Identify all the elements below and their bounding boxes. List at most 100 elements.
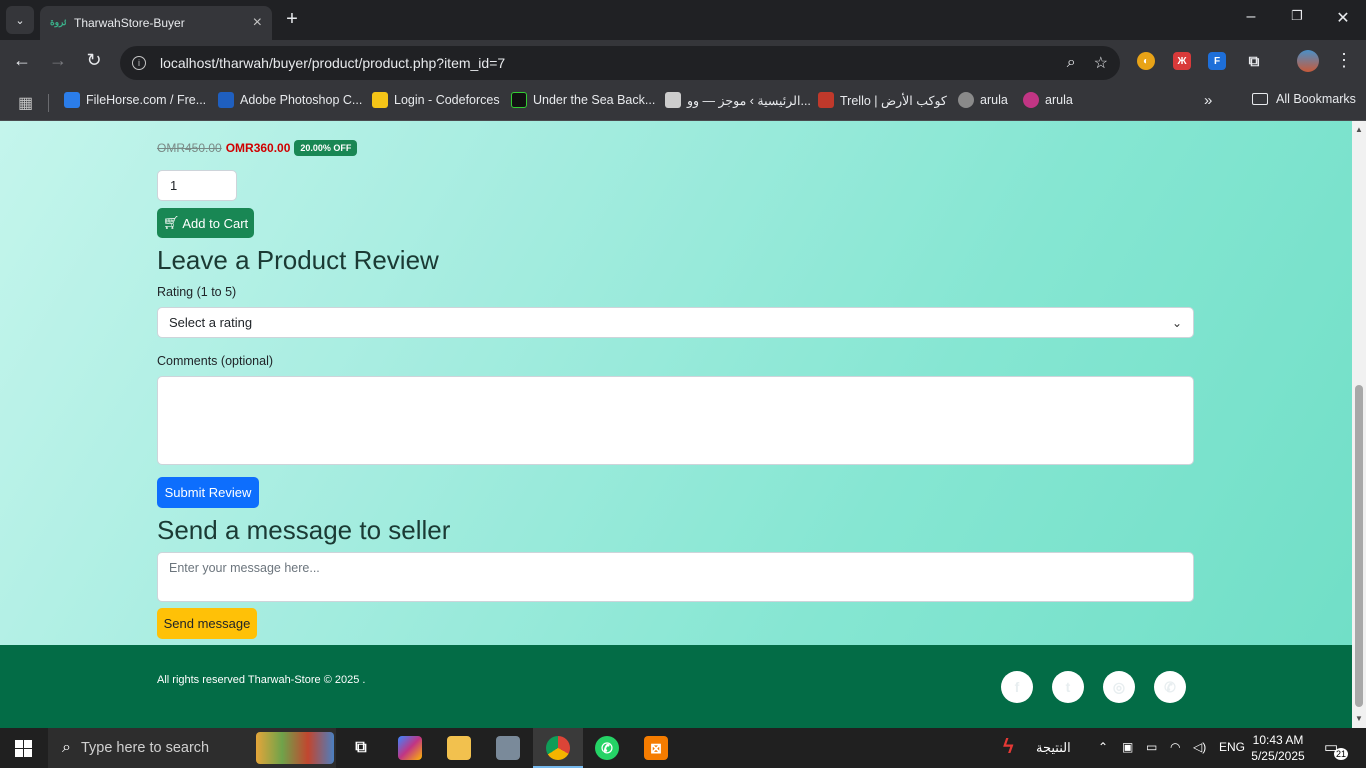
apps-grid-icon[interactable]: ▦ [18, 93, 33, 113]
extension-icon-3[interactable]: F [1208, 52, 1226, 70]
notification-count: 21 [1333, 748, 1348, 760]
profile-avatar[interactable] [1297, 50, 1319, 72]
bookmark-arula-2[interactable]: arula [1023, 92, 1073, 108]
weather-icon[interactable]: ϟ [1003, 736, 1014, 759]
rating-select[interactable]: Select a rating ⌄ [157, 307, 1194, 338]
footer-copyright: All rights reserved Tharwah-Store © 2025… [157, 674, 366, 686]
forward-button[interactable]: → [46, 50, 70, 71]
url-text[interactable]: localhost/tharwah/buyer/product/product.… [160, 55, 1049, 71]
restore-icon[interactable]: ❐ [1287, 8, 1307, 24]
close-icon[interactable]: × [253, 14, 262, 32]
xampp-icon[interactable]: ⊠ [644, 736, 668, 760]
scrollbar-thumb[interactable] [1355, 385, 1363, 707]
bookmark-favicon [1023, 92, 1039, 108]
bookmarks-separator [48, 94, 49, 112]
rating-label: Rating (1 to 5) [157, 285, 237, 299]
whatsapp-taskbar-icon[interactable]: ✆ [595, 736, 619, 760]
cart-icon: 🛒︎ [162, 215, 180, 230]
bookmarks-overflow-chevron-icon[interactable]: » [1204, 92, 1212, 109]
extension-icon-1[interactable]: ◐ [1137, 52, 1155, 70]
bookmark-favicon [818, 92, 834, 108]
meet-icon[interactable]: ▣ [1122, 740, 1133, 754]
windows-start-icon[interactable] [15, 740, 32, 757]
bookmark-under-the-sea[interactable]: Under the Sea Back... [511, 92, 655, 108]
review-heading: Leave a Product Review [157, 245, 439, 275]
browser-tab[interactable]: ثروة TharwahStore-Buyer × [40, 6, 272, 40]
send-message-button[interactable]: Send message [157, 608, 257, 639]
old-price: OMR450.00 [157, 141, 222, 155]
bookmark-trello[interactable]: Trello | كوكب الأرض [818, 92, 947, 108]
notification-center[interactable]: ▭ 21 [1324, 738, 1348, 760]
page-scrollbar[interactable]: ▲ ▼ [1352, 121, 1366, 728]
new-price: OMR360.00 [225, 141, 291, 155]
task-view-icon[interactable]: ⧉ [349, 736, 373, 760]
bookmark-arula-1[interactable]: arula [958, 92, 1008, 108]
bookmark-favicon [511, 92, 527, 108]
comments-textarea[interactable] [157, 376, 1194, 465]
bookmark-favicon [64, 92, 80, 108]
bookmark-favicon [218, 92, 234, 108]
copilot-icon[interactable] [398, 736, 422, 760]
tab-search-button[interactable]: ⌄ [6, 6, 34, 34]
all-bookmarks-button[interactable]: All Bookmarks [1252, 92, 1356, 106]
menu-kebab-icon[interactable]: ⋮ [1332, 50, 1356, 71]
tray-chevron-up-icon[interactable]: ⌃ [1098, 740, 1108, 754]
clock-date: 5/25/2025 [1251, 749, 1305, 763]
address-bar[interactable]: i localhost/tharwah/buyer/product/produc… [120, 46, 1120, 80]
twitter-icon[interactable]: t [1052, 671, 1084, 703]
quantity-input[interactable]: 1 [157, 170, 237, 201]
reload-button[interactable]: ↻ [82, 50, 106, 71]
window-close-icon[interactable]: ✕ [1333, 8, 1353, 28]
system-app-icon[interactable] [496, 736, 520, 760]
zoom-search-icon[interactable]: ⌕ [1067, 54, 1076, 72]
minimize-icon[interactable]: – [1241, 8, 1261, 26]
search-highlight-image [256, 732, 334, 764]
submit-review-button[interactable]: Submit Review [157, 477, 259, 508]
bookmark-favicon [372, 92, 388, 108]
back-button[interactable]: ← [10, 50, 34, 71]
bookmark-favicon [665, 92, 681, 108]
chevron-down-icon: ⌄ [1171, 315, 1182, 330]
message-textarea[interactable]: Enter your message here... [157, 552, 1194, 602]
price-row: OMR450.00 OMR360.00 20.00% OFF [157, 140, 358, 156]
page-viewport: OMR450.00 OMR360.00 20.00% OFF 1 🛒︎ Add … [0, 121, 1352, 728]
extension-icon-2[interactable]: Ж [1173, 52, 1191, 70]
weather-text[interactable]: النتيجة [1036, 740, 1071, 756]
tab-title: TharwahStore-Buyer [74, 16, 185, 30]
chrome-icon[interactable] [546, 736, 570, 760]
taskbar-search-placeholder: Type here to search [80, 740, 210, 756]
bookmark-favicon [958, 92, 974, 108]
search-icon: ⌕ [62, 739, 71, 756]
browser-toolbar: ← → ↻ i localhost/tharwah/buyer/product/… [0, 40, 1366, 85]
star-icon[interactable]: ☆ [1094, 53, 1108, 73]
rating-select-value: Select a rating [169, 315, 253, 330]
bookmark-arabic-news[interactable]: الرئيسية › موجز — وو... [665, 92, 811, 108]
taskbar-search[interactable]: ⌕ Type here to search [48, 728, 336, 768]
battery-icon[interactable]: ▭ [1146, 740, 1157, 754]
windows-taskbar: ⌕ Type here to search ⧉ ✆ ⊠ ϟ النتيجة ⌃ … [0, 728, 1366, 768]
comments-label: Comments (optional) [157, 354, 274, 368]
whatsapp-icon[interactable]: ✆ [1154, 671, 1186, 703]
scroll-up-arrow-icon[interactable]: ▲ [1355, 125, 1363, 134]
language-indicator[interactable]: ENG [1219, 740, 1245, 754]
volume-icon[interactable]: ◁) [1193, 740, 1206, 754]
discount-badge: 20.00% OFF [294, 140, 358, 156]
file-explorer-icon[interactable] [447, 736, 471, 760]
folder-icon [1252, 93, 1268, 105]
wifi-icon[interactable]: ◠ [1170, 740, 1180, 754]
bookmark-filehorse[interactable]: FileHorse.com / Fre... [64, 92, 206, 108]
facebook-icon[interactable]: f [1001, 671, 1033, 703]
extensions-puzzle-icon[interactable]: ⧉ [1245, 52, 1263, 70]
bookmark-codeforces[interactable]: Login - Codeforces [372, 92, 500, 108]
bookmark-photoshop[interactable]: Adobe Photoshop C... [218, 92, 362, 108]
new-tab-button[interactable]: + [282, 8, 302, 31]
taskbar-clock[interactable]: 10:43 AM 5/25/2025 [1250, 732, 1306, 764]
browser-tab-strip: ⌄ ثروة TharwahStore-Buyer × + – ❐ ✕ [0, 0, 1366, 40]
add-to-cart-button[interactable]: 🛒︎ Add to Cart [157, 208, 254, 238]
scroll-down-arrow-icon[interactable]: ▼ [1355, 714, 1363, 723]
message-heading: Send a message to seller [157, 515, 451, 545]
tab-favicon: ثروة [50, 17, 66, 27]
site-info-icon[interactable]: i [132, 56, 146, 70]
clock-time: 10:43 AM [1252, 733, 1304, 747]
instagram-icon[interactable]: ◎ [1103, 671, 1135, 703]
